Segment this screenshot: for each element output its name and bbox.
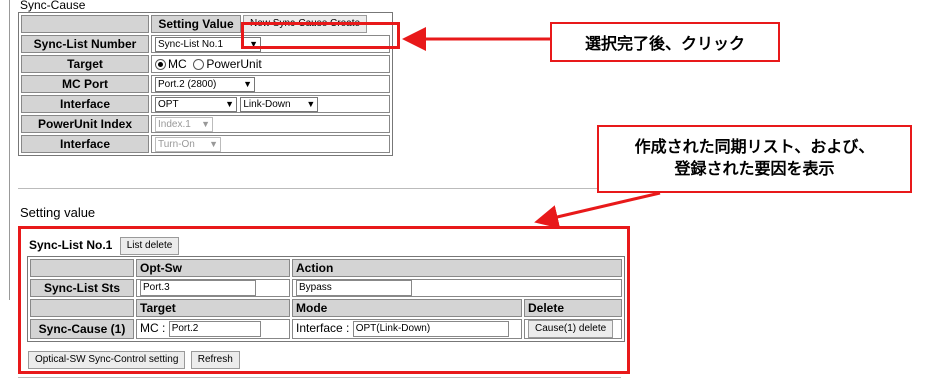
- arrow-to-setting-value: [534, 191, 661, 229]
- annotation-arrows: [402, 27, 661, 229]
